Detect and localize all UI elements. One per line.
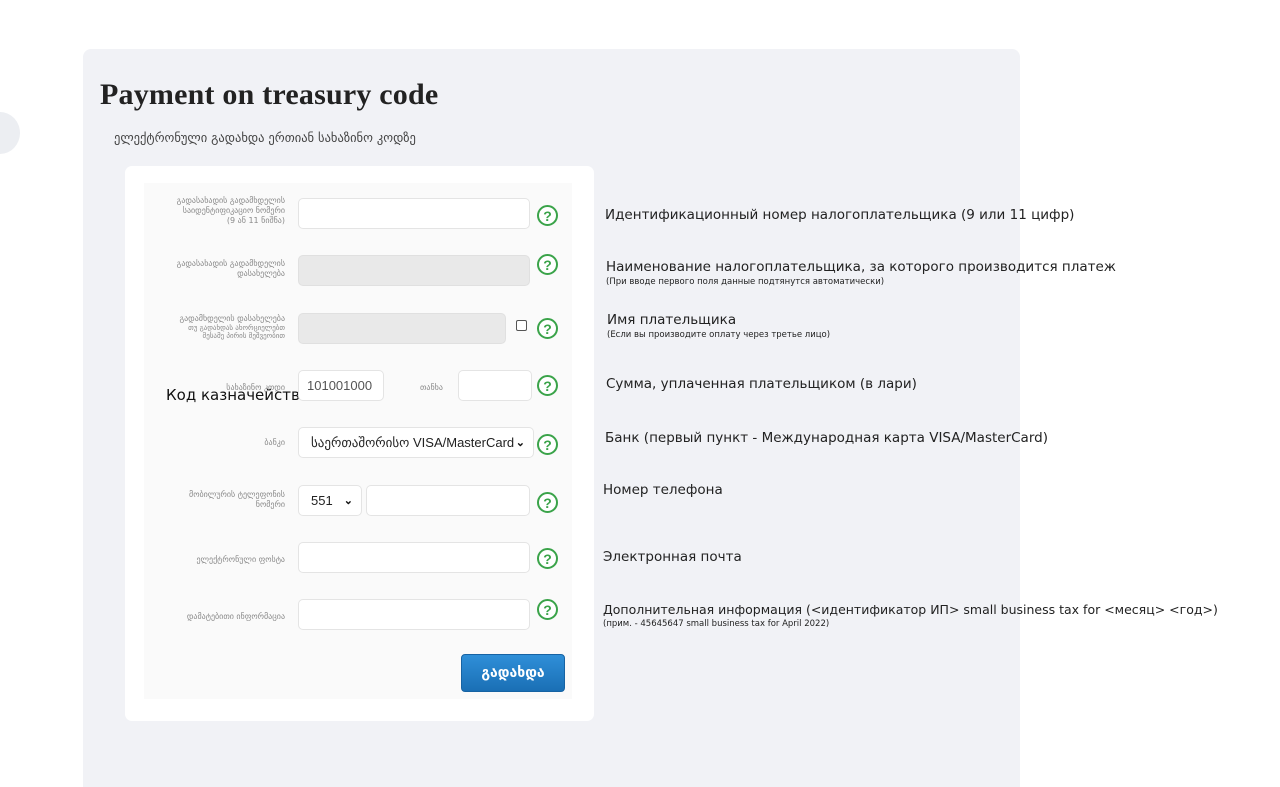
label-line: გადასახადის გადამხდელის	[176, 259, 285, 268]
taxpayer-name-input	[298, 255, 530, 286]
help-icon[interactable]: ?	[537, 492, 558, 513]
annotation-note: (При вводе первого поля данные подтянутс…	[606, 277, 885, 287]
annotation-text: Дополнительная информация (<идентификато…	[603, 602, 1218, 617]
side-decoration	[0, 112, 20, 154]
help-icon[interactable]: ?	[537, 599, 558, 620]
label-line: (9 ან 11 ნიშნა)	[226, 216, 285, 225]
additional-info-input[interactable]	[298, 599, 530, 630]
annotation-additional-info: Дополнительная информация (<идентификато…	[603, 602, 1218, 629]
amount-input[interactable]	[458, 370, 532, 401]
treasury-code-overlay-label: Код казначейства	[166, 386, 310, 404]
label-line: დასახელება	[237, 269, 285, 278]
chevron-down-icon: ⌄	[515, 437, 525, 449]
additional-info-label: დამატებითი ინფორმაცია	[186, 612, 285, 621]
help-icon[interactable]: ?	[537, 318, 558, 339]
annotation-text: Банк (первый пункт - Международная карта…	[605, 430, 1048, 446]
mobile-label: მობილურის ტელეფონის ნომერი	[144, 490, 285, 510]
taxpayer-name-label: გადასახადის გადამხდელის დასახელება	[144, 259, 285, 279]
page-title: Payment on treasury code	[100, 78, 439, 111]
label-line: მესამე პირის მეშვეობით	[202, 332, 285, 340]
annotation-phone: Номер телефона	[603, 482, 723, 498]
annotation-taxpayer-name: Наименование налогоплательщика, за котор…	[606, 259, 1116, 287]
email-label: ელექტრონული ფოსტა	[196, 555, 285, 564]
help-icon[interactable]: ?	[537, 375, 558, 396]
help-icon[interactable]: ?	[537, 254, 558, 275]
payer-name-input	[298, 313, 506, 344]
annotation-text: Сумма, уплаченная плательщиком (в лари)	[606, 376, 917, 392]
annotation-text: Имя плательщика	[607, 312, 737, 328]
help-icon[interactable]: ?	[537, 205, 558, 226]
annotation-text: Наименование налогоплательщика, за котор…	[606, 259, 1116, 275]
annotation-taxpayer-id: Идентификационный номер налогоплательщик…	[605, 207, 1074, 223]
phone-number-input[interactable]	[366, 485, 530, 516]
third-party-checkbox[interactable]	[516, 320, 527, 331]
bank-label: ბანკი	[264, 438, 285, 447]
annotation-email: Электронная почта	[603, 549, 742, 565]
annotation-payer-name: Имя плательщика (Если вы производите опл…	[607, 312, 830, 340]
annotation-text: Номер телефона	[603, 482, 723, 498]
page-subtitle: ელექტრონული გადახდა ერთიან სახაზინო კოდზ…	[114, 130, 416, 145]
annotation-amount: Сумма, уплаченная плательщиком (в лари)	[606, 376, 917, 392]
email-input[interactable]	[298, 542, 530, 573]
annotation-text: Идентификационный номер налогоплательщик…	[605, 207, 1075, 223]
taxpayer-id-label: გადასახადის გადამხდელის საიდენტიფიკაციო …	[144, 196, 285, 226]
label-line: საიდენტიფიკაციო ნომერი	[182, 206, 285, 215]
payer-name-label: გადამხდელის დასახელება თუ გადახდას ახორც…	[144, 314, 285, 341]
label-line: გადასახადის გადამხდელის	[176, 196, 285, 205]
phone-prefix-value: 551	[311, 493, 333, 508]
bank-select-value: საერთაშორისო VISA/MasterCard	[311, 434, 515, 450]
annotation-note: (прим. - 45645647 small business tax for…	[603, 619, 830, 629]
help-icon[interactable]: ?	[537, 548, 558, 569]
taxpayer-id-input[interactable]	[298, 198, 530, 229]
annotation-text: Электронная почта	[603, 549, 742, 565]
annotation-note: (Если вы производите оплату через третье…	[607, 330, 831, 340]
phone-prefix-select[interactable]: 551 ⌄	[298, 485, 362, 516]
label-line: თუ გადახდას ახორციელებთ	[188, 323, 285, 332]
label-line: მობილურის ტელეფონის	[189, 490, 285, 499]
annotation-bank: Банк (первый пункт - Международная карта…	[605, 430, 1048, 446]
help-icon[interactable]: ?	[537, 434, 558, 455]
amount-label: თანხა	[420, 383, 443, 392]
pay-button[interactable]: გადახდა	[461, 654, 565, 692]
chevron-down-icon: ⌄	[343, 495, 353, 507]
treasury-code-input[interactable]: 101001000	[298, 370, 384, 401]
bank-select[interactable]: საერთაშორისო VISA/MasterCard ⌄	[298, 427, 534, 458]
label-line: გადამხდელის დასახელება	[179, 314, 285, 323]
label-line: ნომერი	[255, 500, 285, 509]
